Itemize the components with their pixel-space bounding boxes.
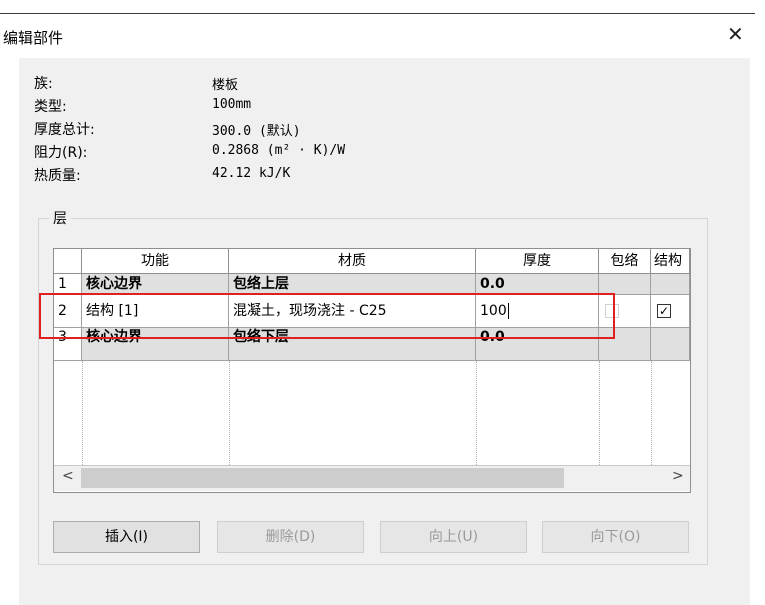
insert-button[interactable]: 插入(I) — [53, 521, 200, 553]
family-value: 楼板 — [212, 78, 239, 93]
selection-highlight — [39, 293, 615, 339]
scroll-left-icon[interactable]: < — [62, 468, 74, 484]
resistance-label: 阻力(R): — [34, 145, 88, 161]
row-2-structural-checkbox[interactable]: ✓ — [657, 304, 671, 318]
move-up-button[interactable]: 向上(U) — [380, 521, 527, 553]
thermal-mass-value: 42.12 kJ/K — [212, 166, 291, 181]
layers-table[interactable]: 功能 材质 厚度 包络 结构 1 核心边界 包络上层 0.0 2 结构 [1] … — [53, 248, 691, 493]
row-1-number[interactable]: 1 — [54, 274, 82, 295]
dialog-title: 编辑部件 — [3, 29, 64, 47]
header-structural[interactable]: 结构 — [651, 249, 690, 274]
horizontal-scrollbar[interactable]: < > — [54, 465, 690, 491]
total-thickness-label: 厚度总计: — [34, 122, 95, 138]
delete-button[interactable]: 删除(D) — [217, 521, 364, 553]
move-down-button[interactable]: 向下(O) — [542, 521, 689, 553]
header-function[interactable]: 功能 — [82, 249, 229, 274]
resistance-value: 0.2868 (m² · K)/W — [212, 143, 346, 158]
column-divider — [82, 361, 83, 465]
row-2-structural[interactable]: ✓ — [651, 295, 690, 328]
scrollbar-thumb[interactable] — [81, 468, 564, 488]
column-divider — [599, 361, 600, 465]
row-1-structural[interactable] — [651, 274, 690, 295]
column-divider — [651, 361, 652, 465]
header-thickness[interactable]: 厚度 — [476, 249, 599, 274]
row-1-thickness[interactable]: 0.0 — [476, 274, 599, 295]
thermal-mass-label: 热质量: — [34, 168, 81, 184]
layers-group-label: 层 — [49, 208, 71, 228]
column-divider — [476, 361, 477, 465]
close-icon[interactable]: ✕ — [727, 24, 744, 44]
header-rownum — [54, 249, 82, 274]
row-3-structural[interactable] — [651, 328, 690, 361]
type-label: 类型: — [34, 99, 67, 115]
row-1-function[interactable]: 核心边界 — [82, 274, 229, 295]
column-divider — [229, 361, 230, 465]
top-divider — [0, 13, 755, 14]
scroll-right-icon[interactable]: > — [672, 468, 684, 484]
header-material[interactable]: 材质 — [229, 249, 476, 274]
type-value: 100mm — [212, 97, 252, 112]
total-thickness-value: 300.0 (默认) — [212, 124, 301, 139]
row-1-material[interactable]: 包络上层 — [229, 274, 476, 295]
row-1-wrapping[interactable] — [599, 274, 651, 295]
family-label: 族: — [34, 76, 53, 92]
header-wrapping[interactable]: 包络 — [599, 249, 651, 274]
